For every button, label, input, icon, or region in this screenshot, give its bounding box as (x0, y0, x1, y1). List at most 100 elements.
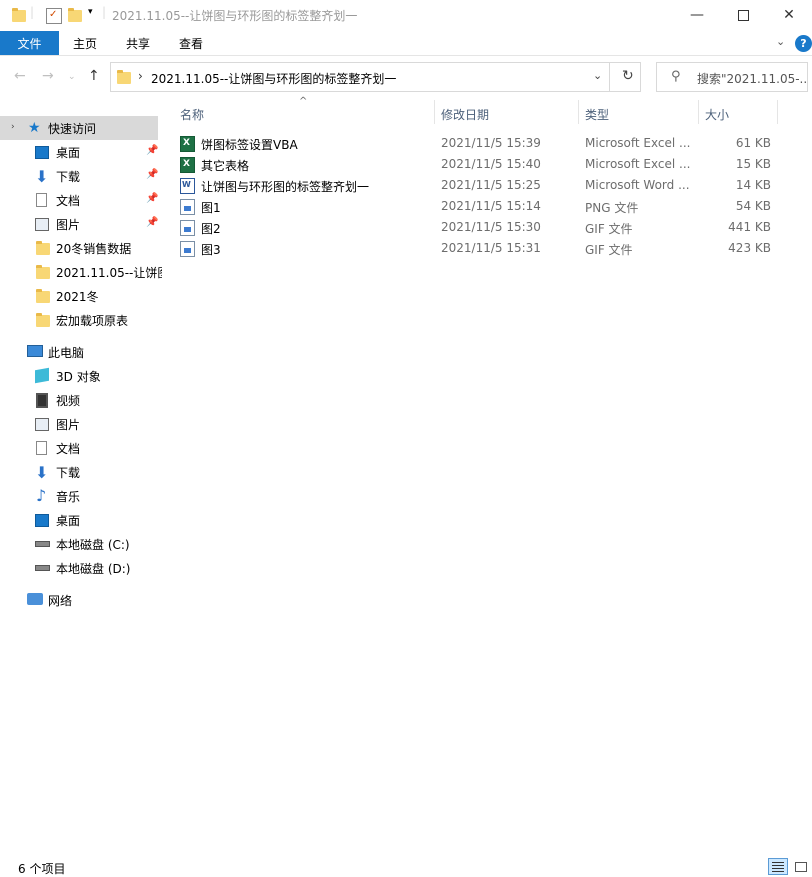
new-folder-icon[interactable] (68, 8, 82, 22)
file-type: Microsoft Excel ... (585, 136, 691, 150)
file-date: 2021/11/5 15:14 (441, 199, 541, 213)
separator: | (102, 5, 107, 19)
video-icon (36, 393, 48, 408)
sidebar-quick-access[interactable]: › ★ 快速访问 (0, 116, 158, 140)
sidebar-item-label: 此电脑 (48, 345, 85, 360)
pin-icon[interactable]: 📌 (146, 169, 158, 180)
sidebar-item-label: 本地磁盘 (C:) (56, 537, 130, 552)
divider (609, 63, 610, 91)
file-type: Microsoft Word ... (585, 178, 690, 192)
excel-file-icon (180, 136, 195, 152)
maximize-button[interactable] (720, 0, 766, 30)
file-row[interactable]: 图2 2021/11/5 15:30 GIF 文件 441 KB (174, 217, 784, 238)
pin-icon[interactable]: 📌 (146, 217, 158, 228)
sidebar-item-pictures[interactable]: 图片 📌 (0, 212, 158, 236)
document-icon (36, 441, 47, 455)
file-date: 2021/11/5 15:31 (441, 241, 541, 255)
file-type: GIF 文件 (585, 243, 633, 257)
sidebar-item-documents[interactable]: 文档 📌 (0, 188, 158, 212)
column-separator[interactable] (698, 100, 699, 124)
sidebar-item-3d-objects[interactable]: 3D 对象 (0, 364, 158, 388)
details-view-icon[interactable] (768, 858, 788, 875)
address-dropdown-icon[interactable]: ⌄ (593, 69, 602, 82)
minimize-icon: — (690, 7, 704, 23)
properties-icon[interactable]: ✓ (46, 8, 62, 24)
sidebar-item-downloads[interactable]: ⬇ 下载 (0, 460, 158, 484)
pictures-icon (35, 418, 49, 431)
pictures-icon (35, 218, 49, 231)
file-name: 其它表格 (201, 159, 250, 173)
column-header-size[interactable]: 大小 (705, 106, 729, 123)
sidebar-item-drive-c[interactable]: 本地磁盘 (C:) (0, 532, 158, 556)
help-icon[interactable]: ? (795, 35, 812, 52)
tab-file[interactable]: 文件 (0, 31, 59, 55)
column-header-date[interactable]: 修改日期 (441, 106, 489, 123)
search-icon: ⚲ (671, 69, 681, 84)
file-name: 图1 (201, 201, 221, 215)
close-button[interactable]: ✕ (766, 0, 812, 30)
sidebar-item-folder[interactable]: 2021.11.05--让饼图 (0, 260, 162, 284)
download-icon: ⬇ (35, 167, 49, 186)
column-separator[interactable] (578, 100, 579, 124)
tab-share[interactable]: 共享 (126, 35, 150, 52)
column-header-name[interactable]: 名称 (180, 106, 204, 123)
address-path[interactable]: 2021.11.05--让饼图与环形图的标签整齐划一 (151, 70, 396, 87)
minimize-button[interactable]: — (674, 0, 720, 30)
sidebar-network[interactable]: 网络 (0, 588, 158, 612)
file-name: 图3 (201, 243, 221, 257)
search-input[interactable]: 搜索"2021.11.05-... (697, 70, 807, 87)
sidebar-item-drive-d[interactable]: 本地磁盘 (D:) (0, 556, 158, 580)
sidebar-item-pictures[interactable]: 图片 (0, 412, 158, 436)
ribbon: 文件 主页 共享 查看 ⌄ ? (0, 30, 812, 56)
chevron-right-icon[interactable]: › (11, 122, 25, 135)
sidebar-item-desktop[interactable]: 桌面 📌 (0, 140, 158, 164)
sidebar-item-label: 2021.11.05--让饼图 (56, 265, 162, 280)
sidebar-this-pc[interactable]: 此电脑 (0, 340, 158, 364)
sidebar-item-desktop[interactable]: 桌面 (0, 508, 158, 532)
pin-icon[interactable]: 📌 (146, 193, 158, 204)
folder-icon (117, 70, 131, 84)
tab-view[interactable]: 查看 (179, 35, 203, 52)
navigation-bar: ← → ⌄ ↑ › 2021.11.05--让饼图与环形图的标签整齐划一 ⌄ ↻… (0, 61, 812, 94)
star-icon: ★ (28, 120, 41, 136)
drive-icon (35, 565, 50, 571)
file-row[interactable]: 图1 2021/11/5 15:14 PNG 文件 54 KB (174, 196, 784, 217)
column-separator[interactable] (777, 100, 778, 124)
expand-ribbon-icon[interactable]: ⌄ (776, 35, 785, 48)
drive-icon (35, 541, 50, 547)
file-row[interactable]: 图3 2021/11/5 15:31 GIF 文件 423 KB (174, 238, 784, 259)
file-row[interactable]: 其它表格 2021/11/5 15:40 Microsoft Excel ...… (174, 154, 784, 175)
cube-icon (35, 367, 49, 384)
search-box[interactable]: ⚲ 搜索"2021.11.05-... (656, 62, 808, 92)
large-icons-view-icon[interactable] (791, 858, 811, 875)
address-bar[interactable]: › 2021.11.05--让饼图与环形图的标签整齐划一 ⌄ ↻ (110, 62, 641, 92)
item-count: 6 个项目 (18, 862, 66, 876)
sidebar-item-videos[interactable]: 视频 (0, 388, 158, 412)
sidebar-item-downloads[interactable]: ⬇ 下载 📌 (0, 164, 158, 188)
file-size: 423 KB (728, 241, 771, 255)
refresh-icon[interactable]: ↻ (622, 68, 634, 84)
folder-icon (36, 289, 50, 303)
breadcrumb-chevron-icon[interactable]: › (138, 69, 143, 83)
file-row[interactable]: 饼图标签设置VBA 2021/11/5 15:39 Microsoft Exce… (174, 133, 784, 154)
folder-icon (36, 241, 50, 255)
file-name: 让饼图与环形图的标签整齐划一 (201, 180, 370, 194)
column-header-type[interactable]: 类型 (585, 106, 609, 123)
sidebar-item-music[interactable]: ♪ 音乐 (0, 484, 158, 508)
sidebar-item-documents[interactable]: 文档 (0, 436, 158, 460)
image-file-icon (180, 220, 195, 236)
pin-icon[interactable]: 📌 (146, 145, 158, 156)
sidebar-item-label: 桌面 (56, 145, 81, 160)
column-separator[interactable] (434, 100, 435, 124)
back-arrow-icon[interactable]: ← (14, 68, 26, 84)
sidebar-item-folder[interactable]: 20冬销售数据 (0, 236, 158, 260)
chevron-down-icon[interactable]: ⌄ (68, 72, 76, 82)
tab-home[interactable]: 主页 (73, 35, 97, 52)
customize-toolbar-icon[interactable]: ▾ (88, 7, 93, 17)
file-row[interactable]: 让饼图与环形图的标签整齐划一 2021/11/5 15:25 Microsoft… (174, 175, 784, 196)
up-arrow-icon[interactable]: ↑ (88, 68, 100, 84)
forward-arrow-icon[interactable]: → (42, 68, 54, 84)
sidebar-item-folder[interactable]: 宏加载项原表 (0, 308, 158, 332)
sidebar-item-folder[interactable]: 2021冬 (0, 284, 158, 308)
sidebar-item-label: 视频 (56, 393, 81, 408)
